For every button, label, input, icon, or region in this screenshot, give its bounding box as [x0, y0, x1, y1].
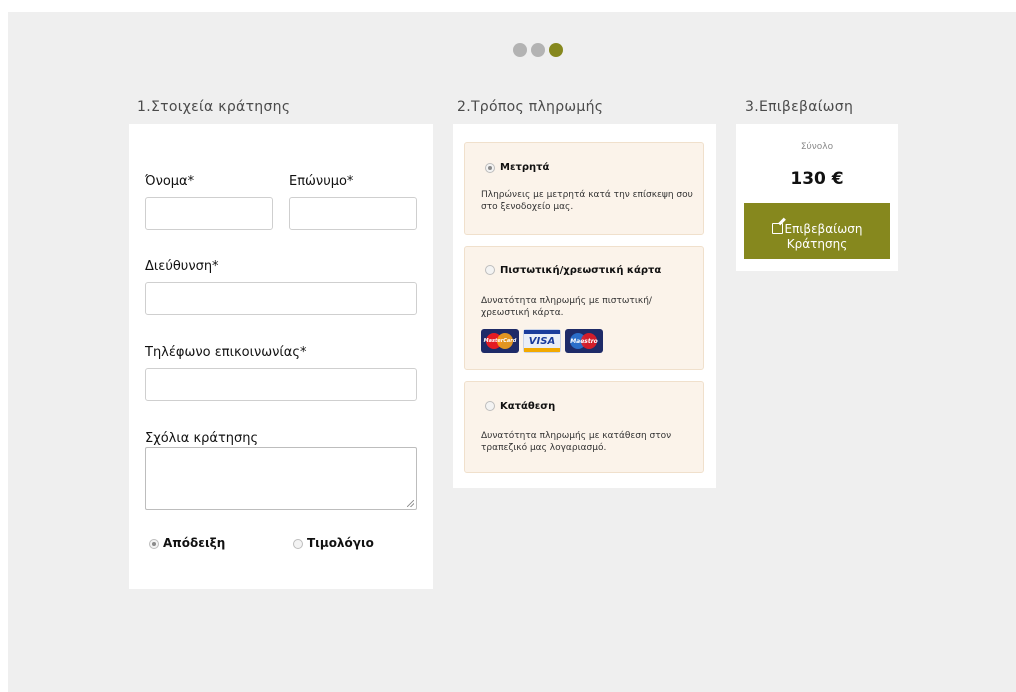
- last-name-label: Επώνυμο*: [289, 174, 354, 189]
- maestro-icon: Maestro: [565, 329, 603, 353]
- confirm-booking-label: Επιβεβαίωση Κράτησης: [784, 222, 863, 251]
- phone-input[interactable]: [145, 368, 417, 401]
- address-input[interactable]: [145, 282, 417, 315]
- last-name-input[interactable]: [289, 197, 417, 230]
- first-name-label: Όνομα*: [145, 174, 195, 189]
- resize-grip-icon[interactable]: [407, 500, 414, 507]
- deposit-title: Κατάθεση: [500, 401, 556, 412]
- step-dot-3-active: [549, 43, 563, 57]
- card-radio[interactable]: [485, 265, 495, 275]
- cash-radio[interactable]: [485, 163, 495, 173]
- confirm-booking-button[interactable]: Επιβεβαίωση Κράτησης: [744, 203, 890, 259]
- booking-details-title: 1.Στοιχεία κράτησης: [137, 99, 291, 115]
- card-title: Πιστωτική/χρεωστική κάρτα: [500, 265, 662, 276]
- phone-label: Τηλέφωνο επικοινωνίας*: [145, 345, 307, 360]
- card-description: Δυνατότητα πληρωμής με πιστωτική/ χρεωστ…: [481, 296, 652, 318]
- payment-option-card[interactable]: Πιστωτική/χρεωστική κάρτα Δυνατότητα πλη…: [464, 246, 704, 370]
- receipt-label[interactable]: Απόδειξη: [163, 536, 225, 550]
- total-value: 130 €: [790, 169, 844, 189]
- payment-option-cash[interactable]: Μετρητά Πληρώνεις με μετρητά κατά την επ…: [464, 142, 704, 235]
- confirmation-title: 3.Επιβεβαίωση: [745, 99, 854, 115]
- first-name-input[interactable]: [145, 197, 273, 230]
- cash-description: Πληρώνεις με μετρητά κατά την επίσκεψη σ…: [481, 190, 693, 212]
- deposit-description: Δυνατότητα πληρωμής με κατάθεση στον τρα…: [481, 431, 672, 453]
- payment-panel: Μετρητά Πληρώνεις με μετρητά κατά την επ…: [453, 124, 716, 488]
- booking-details-panel: Όνομα* Επώνυμο* Διεύθυνση* Τηλέφωνο επικ…: [129, 124, 433, 589]
- mastercard-icon: MasterCard: [481, 329, 519, 353]
- progress-steps: [513, 43, 563, 57]
- visa-icon: VISA: [523, 329, 561, 353]
- address-label: Διεύθυνση*: [145, 259, 219, 274]
- total-label: Σύνολο: [800, 142, 834, 152]
- comments-textarea[interactable]: [145, 447, 417, 510]
- invoice-label[interactable]: Τιμολόγιο: [307, 536, 374, 550]
- deposit-radio[interactable]: [485, 401, 495, 411]
- confirmation-panel: Σύνολο 130 € Επιβεβαίωση Κράτησης: [736, 124, 898, 271]
- edit-icon: [771, 223, 783, 234]
- step-dot-1: [513, 43, 527, 57]
- step-dot-2: [531, 43, 545, 57]
- payment-option-deposit[interactable]: Κατάθεση Δυνατότητα πληρωμής με κατάθεση…: [464, 381, 704, 473]
- receipt-radio[interactable]: [149, 539, 159, 549]
- payment-method-title: 2.Τρόπος πληρωμής: [457, 99, 604, 115]
- invoice-radio[interactable]: [293, 539, 303, 549]
- comments-label: Σχόλια κράτησης: [145, 431, 259, 446]
- cash-title: Μετρητά: [500, 162, 550, 173]
